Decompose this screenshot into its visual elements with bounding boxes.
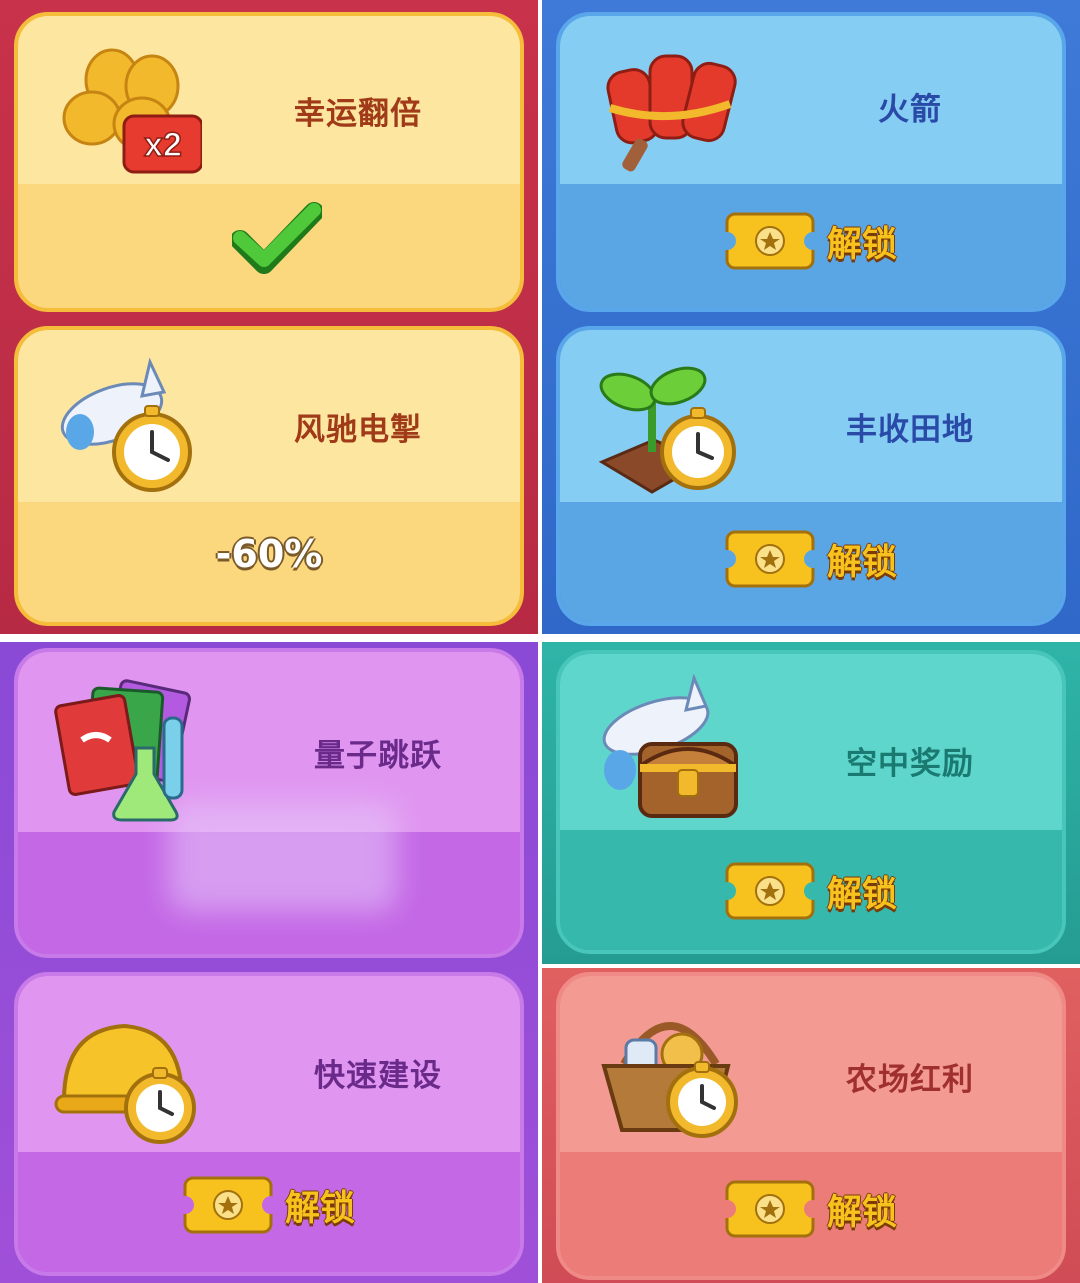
unlock-label: 解锁 [826,224,898,265]
x2-badge: x2 [144,126,182,164]
card-farm-bonus[interactable]: 农场红利 解锁 [556,972,1066,1280]
card-harvest[interactable]: 丰收田地 解锁 [556,326,1066,626]
unlock-label: 解锁 [826,874,898,915]
card-quantum-leap[interactable]: 量子跳跃 [14,648,524,958]
card-title: 丰收田地 [846,412,974,448]
plane-chest-icon [602,674,738,818]
blurred-area [168,802,398,912]
unlock-label: 解锁 [826,542,898,583]
card-speed[interactable]: 风驰电掣 -60% [14,326,524,626]
card-title: 农场红利 [846,1062,974,1098]
sprout-stopwatch-icon [598,366,736,494]
checkmark-icon [232,202,322,274]
card-fast-build[interactable]: 快速建设 解锁 [14,972,524,1276]
unlock-label: 解锁 [284,1188,356,1229]
card-title: 快速建设 [314,1058,442,1094]
ticket-icon [724,1180,815,1238]
card-lucky-double[interactable]: x2 幸运翻倍 [14,12,524,312]
unlock-label: 解锁 [826,1192,898,1233]
ticket-icon [724,862,815,920]
card-title: 幸运翻倍 [294,96,422,132]
card-title: 量子跳跃 [314,738,442,774]
panel-teal: 空中奖励 解锁 [542,642,1080,964]
plane-stopwatch-icon [60,357,192,492]
panel-red: 农场红利 解锁 [542,968,1080,1283]
ticket-icon [724,212,815,270]
ticket-icon [724,530,815,588]
hardhat-stopwatch-icon [54,1023,196,1144]
cards-flask-icon [54,679,191,822]
card-title: 火箭 [878,92,942,128]
unlock-button[interactable]: 解锁 [724,212,898,270]
unlock-button[interactable]: 解锁 [182,1176,356,1234]
basket-stopwatch-icon [601,1022,738,1138]
unlock-button[interactable]: 解锁 [724,862,898,920]
panel-yellow: x2 幸运翻倍 风驰电掣 -60% [0,0,538,634]
card-title: 空中奖励 [846,746,974,782]
clover-x2-icon: x2 [62,48,202,174]
panel-purple: 量子跳跃 快速建设 解锁 [0,642,538,1283]
firecracker-rocket-icon [606,54,737,172]
ticket-icon [182,1176,273,1234]
unlock-button[interactable]: 解锁 [724,530,898,588]
speed-percent: -60% [215,532,323,576]
card-air-reward[interactable]: 空中奖励 解锁 [556,650,1066,954]
panel-blue: 火箭 解锁 丰收田地 解锁 [542,0,1080,634]
unlock-button[interactable]: 解锁 [724,1180,898,1238]
card-rocket[interactable]: 火箭 解锁 [556,12,1066,312]
card-title: 风驰电掣 [294,412,422,448]
